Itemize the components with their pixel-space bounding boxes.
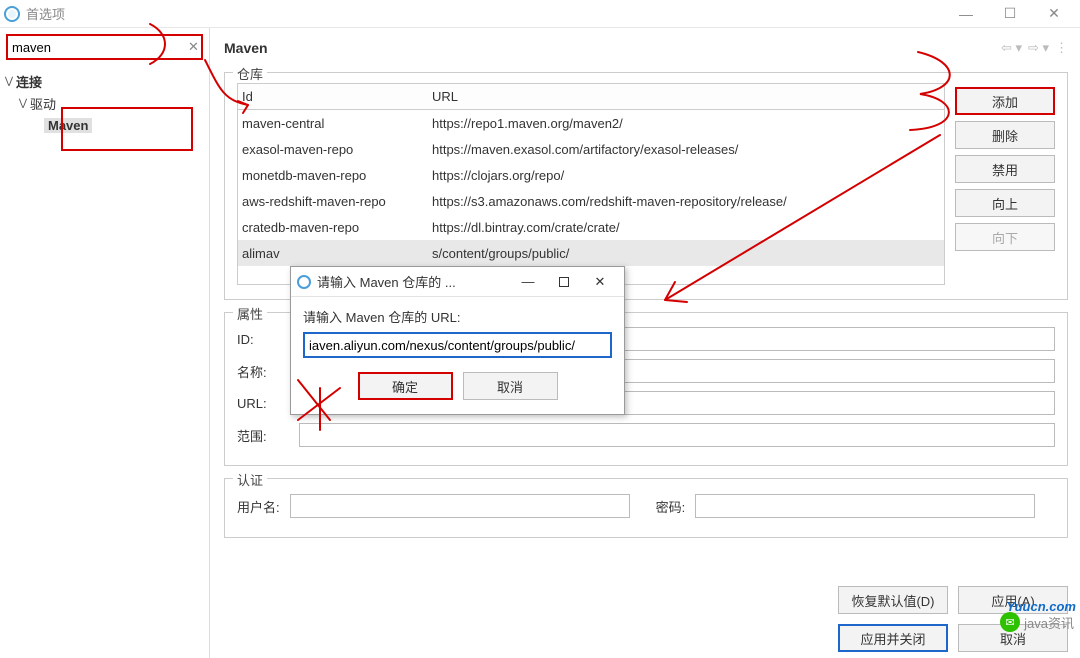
table-row[interactable]: monetdb-maven-repohttps://clojars.org/re…: [238, 162, 944, 188]
tree-label: 连接: [16, 72, 42, 91]
preferences-tree: ⋁ 连接 ⋁ 驱动 Maven: [0, 66, 209, 140]
nav-forward-icon[interactable]: ⇨ ▾: [1028, 40, 1049, 56]
square-icon: [559, 277, 569, 287]
scope-label: 范围:: [237, 426, 291, 445]
url-input-dialog: 请输入 Maven 仓库的 ... — ✕ 请输入 Maven 仓库的 URL:…: [290, 266, 625, 415]
table-row[interactable]: aws-redshift-maven-repohttps://s3.amazon…: [238, 188, 944, 214]
properties-legend: 属性: [233, 304, 267, 323]
col-header-url: URL: [432, 89, 940, 104]
dialog-maximize-button[interactable]: [546, 270, 582, 294]
repositories-legend: 仓库: [233, 64, 267, 83]
maximize-button[interactable]: ☐: [988, 2, 1032, 26]
minimize-button[interactable]: —: [944, 2, 988, 26]
wechat-icon: ✉: [1000, 612, 1020, 632]
twisty-icon[interactable]: ⋁: [2, 76, 16, 87]
table-header: Id URL: [238, 84, 944, 110]
url-label: URL:: [237, 396, 291, 411]
password-field[interactable]: [695, 494, 1035, 518]
dialog-minimize-button[interactable]: —: [510, 270, 546, 294]
app-icon: [297, 275, 311, 289]
repositories-table[interactable]: Id URL maven-centralhttps://repo1.maven.…: [237, 83, 945, 285]
twisty-icon[interactable]: ⋁: [16, 98, 30, 109]
app-icon: [4, 6, 20, 22]
tree-label: Maven: [44, 118, 92, 133]
username-label: 用户名:: [237, 497, 284, 516]
tree-label: 驱动: [30, 94, 56, 113]
tree-node-maven[interactable]: Maven: [2, 114, 207, 136]
dialog-close-button[interactable]: ✕: [582, 270, 618, 294]
credentials-legend: 认证: [233, 470, 267, 489]
disable-button[interactable]: 禁用: [955, 155, 1055, 183]
left-pane: ✕ ⋁ 连接 ⋁ 驱动 Maven: [0, 28, 210, 658]
username-field[interactable]: [290, 494, 630, 518]
dialog-url-input[interactable]: [303, 332, 612, 358]
close-button[interactable]: ✕: [1032, 2, 1076, 26]
col-header-id: Id: [242, 89, 432, 104]
table-row[interactable]: alimavs/content/groups/public/: [238, 240, 944, 266]
tree-node-connection[interactable]: ⋁ 连接: [2, 70, 207, 92]
move-up-button[interactable]: 向上: [955, 189, 1055, 217]
table-row[interactable]: exasol-maven-repohttps://maven.exasol.co…: [238, 136, 944, 162]
apply-and-close-button[interactable]: 应用并关闭: [838, 624, 948, 652]
password-label: 密码:: [656, 497, 690, 516]
tree-node-driver[interactable]: ⋁ 驱动: [2, 92, 207, 114]
table-row[interactable]: maven-centralhttps://repo1.maven.org/mav…: [238, 110, 944, 136]
search-input[interactable]: [12, 40, 188, 55]
nav-back-icon[interactable]: ⇦ ▾: [1001, 40, 1022, 56]
id-label: ID:: [237, 332, 291, 347]
site-watermark: Yuucn.com: [1006, 599, 1076, 614]
titlebar: 首选项 — ☐ ✕: [0, 0, 1080, 28]
dialog-prompt: 请输入 Maven 仓库的 URL:: [303, 307, 612, 326]
dialog-ok-button[interactable]: 确定: [358, 372, 453, 400]
dialog-title: 请输入 Maven 仓库的 ...: [317, 272, 456, 291]
dialog-cancel-button[interactable]: 取消: [463, 372, 558, 400]
delete-button[interactable]: 删除: [955, 121, 1055, 149]
window-title: 首选项: [26, 4, 65, 23]
name-label: 名称:: [237, 362, 291, 381]
table-row[interactable]: cratedb-maven-repohttps://dl.bintray.com…: [238, 214, 944, 240]
move-down-button: 向下: [955, 223, 1055, 251]
watermark-text: java资讯: [1024, 613, 1074, 632]
dialog-titlebar: 请输入 Maven 仓库的 ... — ✕: [291, 267, 624, 297]
page-title: Maven: [224, 40, 268, 56]
nav-menu-icon[interactable]: ⋮: [1055, 40, 1068, 56]
search-box: ✕: [6, 34, 203, 60]
scope-field[interactable]: [299, 423, 1055, 447]
add-button[interactable]: 添加: [955, 87, 1055, 115]
credentials-group: 认证 用户名: 密码:: [224, 478, 1068, 538]
wechat-watermark: ✉ java资讯: [1000, 612, 1074, 632]
search-clear-icon[interactable]: ✕: [188, 39, 199, 55]
nav-icons: ⇦ ▾ ⇨ ▾ ⋮: [1001, 40, 1068, 56]
restore-defaults-button[interactable]: 恢复默认值(D): [838, 586, 948, 614]
repo-action-buttons: 添加 删除 禁用 向上 向下: [955, 83, 1055, 285]
